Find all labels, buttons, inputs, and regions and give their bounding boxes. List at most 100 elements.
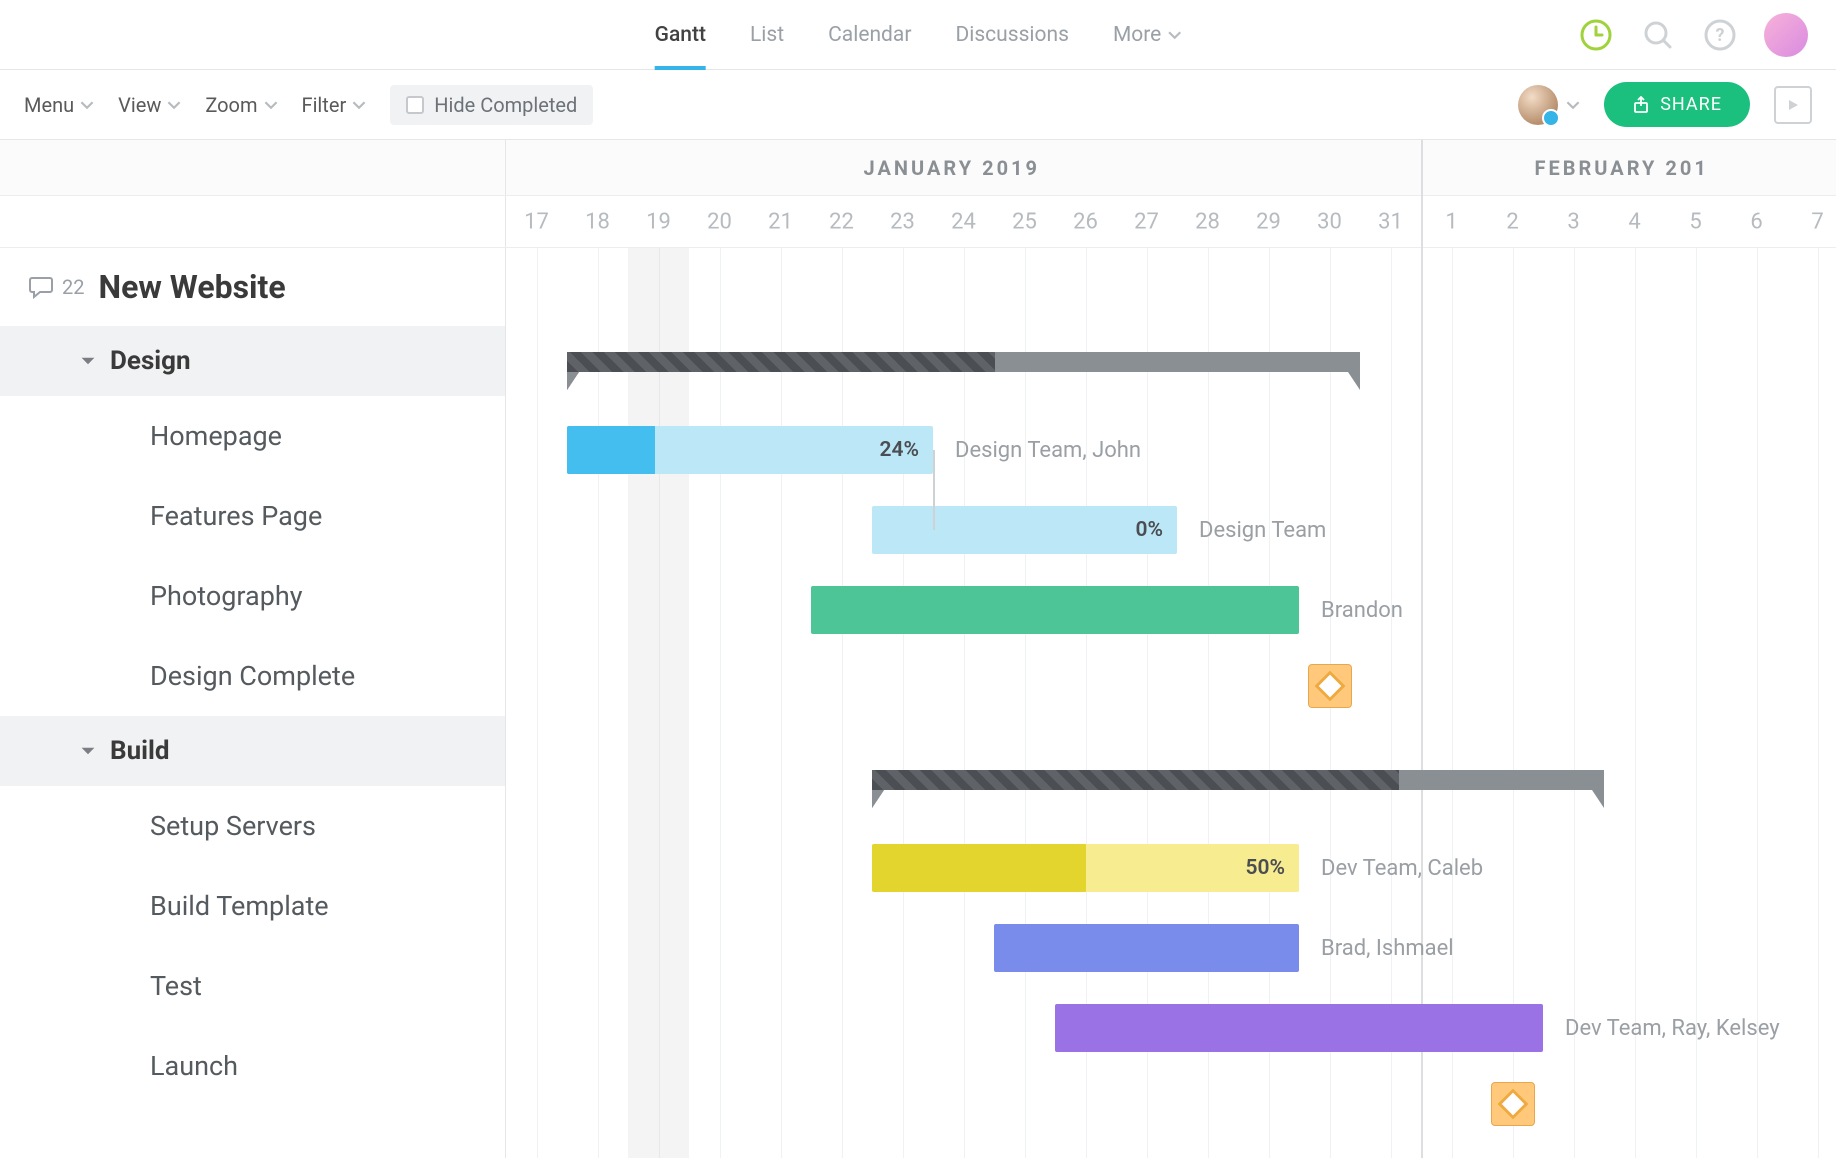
present-button[interactable] <box>1774 86 1812 124</box>
date-number: 23 <box>890 209 915 234</box>
tab-more[interactable]: More <box>1113 0 1181 69</box>
month-label: FEBRUARY 201 <box>1535 156 1709 180</box>
task-bar[interactable] <box>811 586 1299 634</box>
date-number: 18 <box>585 209 610 234</box>
percent-label: 50% <box>1246 856 1286 880</box>
view-tabs: Gantt List Calendar Discussions More <box>655 0 1182 69</box>
date-number: 3 <box>1567 209 1579 234</box>
date-number: 19 <box>646 209 671 234</box>
task-homepage[interactable]: Homepage <box>0 396 505 476</box>
milestone-marker[interactable] <box>1491 1082 1535 1126</box>
menu-label: Menu <box>24 93 74 117</box>
checkbox-icon <box>406 96 424 114</box>
collaborator-avatar <box>1518 85 1558 125</box>
chevron-down-icon <box>80 98 94 112</box>
share-button[interactable]: SHARE <box>1604 82 1750 127</box>
date-number: 30 <box>1317 209 1342 234</box>
assignee-label: Dev Team, Caleb <box>1321 856 1483 881</box>
month-label: JANUARY 2019 <box>864 156 1041 180</box>
comment-count: 22 <box>62 275 84 299</box>
group-label: Build <box>110 736 170 766</box>
collaborator-dropdown[interactable] <box>1518 85 1580 125</box>
task-sidebar: 22 New Website Design Homepage Features … <box>0 248 506 1158</box>
date-number: 22 <box>829 209 854 234</box>
user-avatar[interactable] <box>1764 13 1808 57</box>
caret-down-icon <box>80 353 96 369</box>
task-test[interactable]: Test <box>0 946 505 1026</box>
project-header: 22 New Website <box>0 248 505 326</box>
assignee-label: Brandon <box>1321 598 1403 623</box>
activity-icon[interactable] <box>1578 17 1614 53</box>
date-number: 4 <box>1628 209 1640 234</box>
date-number: 31 <box>1378 209 1403 234</box>
top-nav: Gantt List Calendar Discussions More ? <box>0 0 1836 70</box>
tab-gantt[interactable]: Gantt <box>655 0 706 69</box>
date-number: 21 <box>768 209 793 234</box>
svg-text:?: ? <box>1716 25 1725 46</box>
date-number: 7 <box>1811 209 1823 234</box>
task-bar[interactable]: 24% <box>567 426 933 474</box>
assignee-label: Dev Team, Ray, Kelsey <box>1565 1016 1780 1041</box>
task-bar[interactable]: 50% <box>872 844 1299 892</box>
date-number: 26 <box>1073 209 1098 234</box>
date-number: 2 <box>1506 209 1518 234</box>
task-design-complete[interactable]: Design Complete <box>0 636 505 716</box>
summary-bar[interactable] <box>567 352 1360 372</box>
task-bar[interactable] <box>994 924 1299 972</box>
percent-label: 0% <box>1136 518 1164 542</box>
task-launch[interactable]: Launch <box>0 1026 505 1106</box>
assignee-label: Brad, Ishmael <box>1321 936 1454 961</box>
date-number: 1 <box>1445 209 1457 234</box>
date-number: 27 <box>1134 209 1159 234</box>
date-number: 5 <box>1689 209 1701 234</box>
menu-dropdown[interactable]: Menu <box>24 93 94 117</box>
today-highlight <box>628 248 689 1158</box>
play-icon <box>1786 98 1800 112</box>
milestone-marker[interactable] <box>1308 664 1352 708</box>
group-label: Design <box>110 346 191 376</box>
date-number: 25 <box>1012 209 1037 234</box>
hide-completed-toggle[interactable]: Hide Completed <box>390 85 593 125</box>
assignee-label: Design Team <box>1199 518 1326 543</box>
tab-list[interactable]: List <box>750 0 784 69</box>
tab-discussions[interactable]: Discussions <box>955 0 1069 69</box>
task-photography[interactable]: Photography <box>0 556 505 636</box>
tab-more-label: More <box>1113 23 1161 47</box>
chevron-down-icon <box>1167 28 1181 42</box>
caret-down-icon <box>80 743 96 759</box>
task-features-page[interactable]: Features Page <box>0 476 505 556</box>
percent-label: 24% <box>880 438 920 462</box>
task-bar[interactable]: 0% <box>872 506 1177 554</box>
comments-button[interactable]: 22 <box>28 274 84 300</box>
chevron-down-icon <box>1566 98 1580 112</box>
view-label: View <box>118 93 161 117</box>
date-number: 20 <box>707 209 732 234</box>
assignee-label: Design Team, John <box>955 438 1141 463</box>
group-build[interactable]: Build <box>0 716 505 786</box>
chevron-down-icon <box>167 98 181 112</box>
summary-bar[interactable] <box>872 770 1604 790</box>
task-setup-servers[interactable]: Setup Servers <box>0 786 505 866</box>
search-icon[interactable] <box>1640 17 1676 53</box>
view-dropdown[interactable]: View <box>118 93 181 117</box>
toolbar: Menu View Zoom Filter Hide Completed SHA… <box>0 70 1836 140</box>
chevron-down-icon <box>352 98 366 112</box>
zoom-label: Zoom <box>205 93 257 117</box>
date-number: 29 <box>1256 209 1281 234</box>
project-title[interactable]: New Website <box>98 268 285 306</box>
filter-dropdown[interactable]: Filter <box>302 93 367 117</box>
group-design[interactable]: Design <box>0 326 505 396</box>
gantt-chart[interactable]: 24% Design Team, John 0% Design Team Brandon… <box>506 248 1836 1158</box>
zoom-dropdown[interactable]: Zoom <box>205 93 277 117</box>
share-icon <box>1632 96 1650 114</box>
help-icon[interactable]: ? <box>1702 17 1738 53</box>
tab-calendar[interactable]: Calendar <box>828 0 911 69</box>
comment-icon <box>28 274 54 300</box>
hide-completed-label: Hide Completed <box>434 93 577 117</box>
task-build-template[interactable]: Build Template <box>0 866 505 946</box>
task-bar[interactable] <box>1055 1004 1543 1052</box>
date-number: 24 <box>951 209 976 234</box>
filter-label: Filter <box>302 93 347 117</box>
share-label: SHARE <box>1660 94 1722 115</box>
date-number: 28 <box>1195 209 1220 234</box>
